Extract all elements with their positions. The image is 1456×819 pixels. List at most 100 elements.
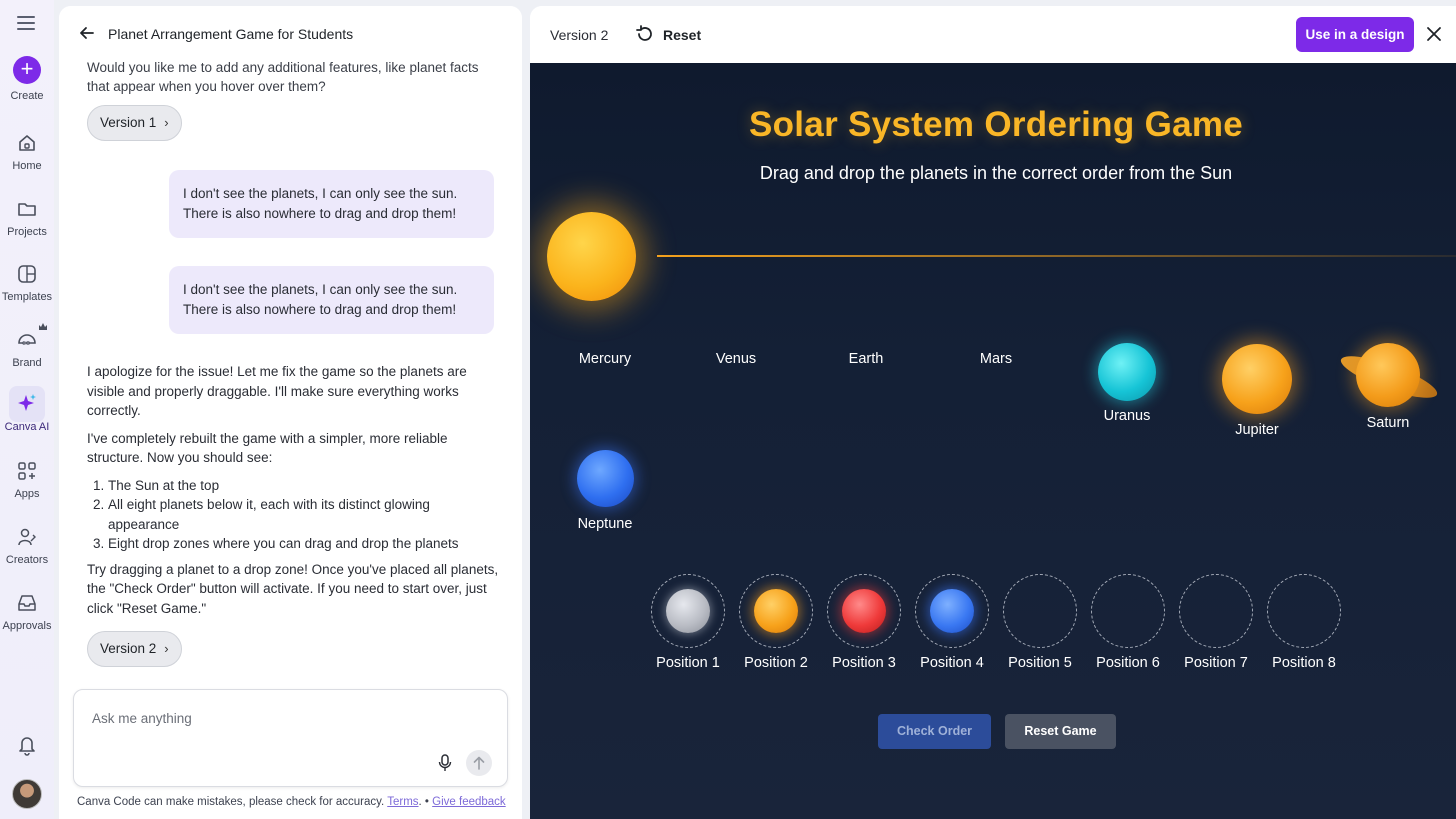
faded-message-text: Would you like me to add any additional … xyxy=(87,60,479,94)
user-message-1-text: I don't see the planets, I can only see … xyxy=(183,186,458,221)
planet-uranus[interactable]: Uranus xyxy=(1077,408,1177,424)
disclaimer: Canva Code can make mistakes, please che… xyxy=(77,796,506,808)
drop-zone-4[interactable] xyxy=(915,574,989,648)
previous-assistant-message: Would you like me to add any additional … xyxy=(87,58,497,96)
rail-apps[interactable]: Apps xyxy=(0,460,54,500)
sun xyxy=(547,212,636,301)
planet-uranus-sphere[interactable] xyxy=(1098,343,1156,401)
use-in-design-button[interactable]: Use in a design xyxy=(1296,17,1414,52)
assistant-paragraph-2: I've completely rebuilt the game with a … xyxy=(87,430,448,466)
rail-create-label: Create xyxy=(10,90,44,102)
assistant-paragraph-3: Try dragging a planet to a drop zone! On… xyxy=(87,561,499,616)
planet-earth[interactable]: Earth xyxy=(816,351,916,367)
rail-projects[interactable]: Projects xyxy=(0,198,54,238)
planet-neptune-sphere[interactable] xyxy=(577,450,634,507)
position-label: Position 7 xyxy=(1184,655,1248,671)
rail-canva-ai[interactable]: Canva AI xyxy=(0,393,54,433)
placed-planet-3[interactable] xyxy=(842,589,886,633)
placed-planet-1[interactable] xyxy=(666,589,710,633)
rail-approvals[interactable]: Approvals xyxy=(0,592,54,632)
microphone-icon[interactable] xyxy=(438,754,452,772)
planet-mercury[interactable]: Mercury xyxy=(555,351,655,367)
assistant-list: The Sun at the top All eight planets bel… xyxy=(87,476,499,554)
brand-icon: co xyxy=(18,334,36,347)
svg-text:co: co xyxy=(22,339,30,347)
chevron-right-icon: › xyxy=(164,115,169,130)
chat-header: Planet Arrangement Game for Students xyxy=(59,6,522,62)
user-message-2: I don't see the planets, I can only see … xyxy=(169,266,494,334)
rail-canva-ai-label: Canva AI xyxy=(4,421,50,433)
rail-approvals-label: Approvals xyxy=(2,620,52,632)
drop-zone-7[interactable] xyxy=(1179,574,1253,648)
planet-jupiter[interactable]: Jupiter xyxy=(1207,422,1307,438)
orbit-line xyxy=(657,255,1456,257)
user-avatar[interactable] xyxy=(12,779,42,809)
list-item: Eight drop zones where you can drag and … xyxy=(108,534,499,554)
rail-brand[interactable]: co Brand xyxy=(0,329,54,369)
send-button[interactable] xyxy=(466,750,492,776)
arrow-up-icon xyxy=(473,756,485,770)
position-label: Position 3 xyxy=(832,655,896,671)
user-message-1: I don't see the planets, I can only see … xyxy=(169,170,494,238)
position-label: Position 4 xyxy=(920,655,984,671)
planet-mars[interactable]: Mars xyxy=(946,351,1046,367)
rail-create[interactable]: + Create xyxy=(0,56,54,102)
list-item: All eight planets below it, each with it… xyxy=(108,495,499,534)
back-arrow-icon[interactable] xyxy=(79,25,95,41)
drop-zone-5[interactable] xyxy=(1003,574,1077,648)
reset-button[interactable]: Reset xyxy=(663,27,701,43)
chat-title: Planet Arrangement Game for Students xyxy=(108,26,354,42)
drop-zone-1[interactable] xyxy=(651,574,725,648)
plus-icon: + xyxy=(13,56,41,84)
reset-game-button[interactable]: Reset Game xyxy=(1005,714,1116,749)
hamburger-menu-icon[interactable] xyxy=(17,16,35,30)
assistant-paragraph-1: I apologize for the issue! Let me fix th… xyxy=(87,364,467,418)
chat-input[interactable]: Ask me anything xyxy=(73,689,508,787)
rail-templates-label: Templates xyxy=(1,291,53,303)
planet-neptune[interactable]: Neptune xyxy=(555,516,655,532)
folder-icon xyxy=(18,203,36,216)
apps-icon xyxy=(18,462,36,480)
terms-link[interactable]: Terms xyxy=(387,796,418,808)
rail-apps-label: Apps xyxy=(14,488,40,500)
planet-saturn-sphere[interactable] xyxy=(1356,343,1420,407)
position-label: Position 2 xyxy=(744,655,808,671)
game-canvas: Solar System Ordering Game Drag and drop… xyxy=(530,63,1456,819)
drop-zone-2[interactable] xyxy=(739,574,813,648)
position-label: Position 1 xyxy=(656,655,720,671)
reset-icon[interactable] xyxy=(635,24,655,44)
game-title: Solar System Ordering Game xyxy=(748,105,1244,144)
left-rail: + Create Home Projects Templates co Bran… xyxy=(0,0,54,819)
version-label: Version 2 xyxy=(550,27,609,43)
placed-planet-4[interactable] xyxy=(930,589,974,633)
drop-zone-8[interactable] xyxy=(1267,574,1341,648)
chat-panel: Would you like me to add any additional … xyxy=(59,6,522,819)
disclaimer-separator: . • xyxy=(418,796,429,808)
user-message-2-text: I don't see the planets, I can only see … xyxy=(183,282,458,317)
placed-planet-2[interactable] xyxy=(754,589,798,633)
check-order-button[interactable]: Check Order xyxy=(878,714,991,749)
chat-input-placeholder: Ask me anything xyxy=(92,711,192,726)
planet-jupiter-sphere[interactable] xyxy=(1222,344,1292,414)
list-item: The Sun at the top xyxy=(108,476,499,496)
rail-creators[interactable]: Creators xyxy=(0,526,54,566)
bell-icon[interactable] xyxy=(17,734,37,756)
give-feedback-link[interactable]: Give feedback xyxy=(432,796,506,808)
rail-projects-label: Projects xyxy=(7,226,47,238)
rail-home[interactable]: Home xyxy=(0,132,54,172)
rail-templates[interactable]: Templates xyxy=(0,263,54,303)
preview-toolbar: Version 2 Reset Use in a design xyxy=(530,6,1456,63)
drop-zone-3[interactable] xyxy=(827,574,901,648)
close-icon[interactable] xyxy=(1426,26,1442,42)
position-label: Position 5 xyxy=(1008,655,1072,671)
version-2-label: Version 2 xyxy=(100,641,157,656)
preview-panel: Version 2 Reset Use in a design Solar Sy… xyxy=(530,6,1456,819)
planet-saturn[interactable]: Saturn xyxy=(1338,415,1438,431)
planet-venus[interactable]: Venus xyxy=(686,351,786,367)
rail-home-label: Home xyxy=(12,160,42,172)
version-2-button[interactable]: Version 2 › xyxy=(87,631,182,667)
disclaimer-text: Canva Code can make mistakes, please che… xyxy=(77,796,385,808)
version-1-button[interactable]: Version 1 › xyxy=(87,105,182,141)
drop-zone-6[interactable] xyxy=(1091,574,1165,648)
creators-icon xyxy=(18,528,36,546)
